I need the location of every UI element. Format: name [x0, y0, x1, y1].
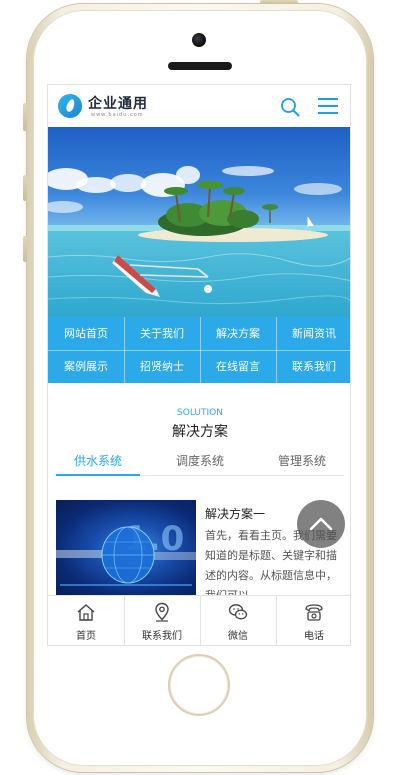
nav-item-jobs[interactable]: 招贤纳士 — [124, 350, 200, 383]
bottom-tab-wechat[interactable]: 微信 — [200, 596, 276, 645]
tab-management[interactable]: 管理系统 — [260, 449, 344, 476]
bottom-tab-label: 电话 — [304, 631, 324, 642]
solution-card-image[interactable]: 1.0 — [56, 500, 196, 596]
location-pin-icon — [155, 602, 169, 622]
bottom-tab-divider — [276, 596, 277, 645]
hamburger-menu-icon[interactable] — [318, 97, 338, 115]
section-title-en: SOLUTION — [177, 408, 223, 418]
back-to-top-button[interactable] — [297, 500, 345, 548]
home-button[interactable] — [168, 654, 230, 716]
power-button — [260, 0, 298, 4]
site-header: 企业通用 www.baidu.com — [48, 85, 350, 127]
section-title: 解决方案 — [172, 424, 228, 440]
main-nav-grid: 网站首页 关于我们 解决方案 新闻资讯 案例展示 招贤纳士 在线留言 联系我们 — [48, 317, 350, 383]
wechat-icon — [228, 604, 248, 620]
nav-item-news[interactable]: 新闻资讯 — [276, 317, 350, 350]
earpiece-speaker — [168, 62, 232, 70]
hero-banner-image[interactable] — [48, 127, 350, 317]
tab-dispatch[interactable]: 调度系统 — [158, 449, 242, 476]
solution-tabs: 供水系统 调度系统 管理系统 — [56, 449, 344, 476]
bottom-tab-divider — [124, 596, 125, 645]
nav-item-message[interactable]: 在线留言 — [200, 350, 276, 383]
home-icon — [77, 604, 95, 621]
bottom-tab-divider — [200, 596, 201, 645]
nav-divider — [48, 350, 350, 351]
mute-switch — [23, 103, 27, 131]
logo-drop-icon[interactable] — [58, 94, 82, 118]
logo-title[interactable]: 企业通用 — [88, 93, 148, 113]
tab-water-supply[interactable]: 供水系统 — [56, 449, 140, 476]
search-icon[interactable] — [280, 97, 300, 117]
nav-item-solutions[interactable]: 解决方案 — [200, 317, 276, 350]
front-camera — [192, 33, 206, 47]
nav-item-about[interactable]: 关于我们 — [124, 317, 200, 350]
phone-screen: 企业通用 www.baidu.com 网站首页 关于我们 解决方案 新闻资讯 案… — [47, 84, 351, 646]
bottom-tab-label: 联系我们 — [142, 631, 182, 642]
chevron-up-icon — [309, 517, 333, 531]
bottom-tab-contact[interactable]: 联系我们 — [124, 596, 200, 645]
digital-globe-illustration: 1.0 — [56, 519, 196, 586]
nav-item-home[interactable]: 网站首页 — [48, 317, 124, 350]
nav-item-cases[interactable]: 案例展示 — [48, 350, 124, 383]
logo-subtitle: www.baidu.com — [91, 112, 144, 118]
solution-card-title[interactable]: 解决方案一 — [205, 505, 265, 522]
bottom-tab-label: 首页 — [76, 631, 96, 642]
bottom-tab-home[interactable]: 首页 — [48, 596, 124, 645]
volume-down-button — [23, 236, 27, 262]
island-scene-illustration — [48, 166, 350, 317]
bottom-tab-bar: 首页 联系我们 微信 电话 — [48, 595, 350, 645]
bottom-tab-phone[interactable]: 电话 — [276, 596, 350, 645]
volume-up-button — [23, 175, 27, 201]
nav-item-contact[interactable]: 联系我们 — [276, 350, 350, 383]
telephone-icon — [305, 604, 323, 621]
bottom-tab-label: 微信 — [228, 631, 248, 642]
